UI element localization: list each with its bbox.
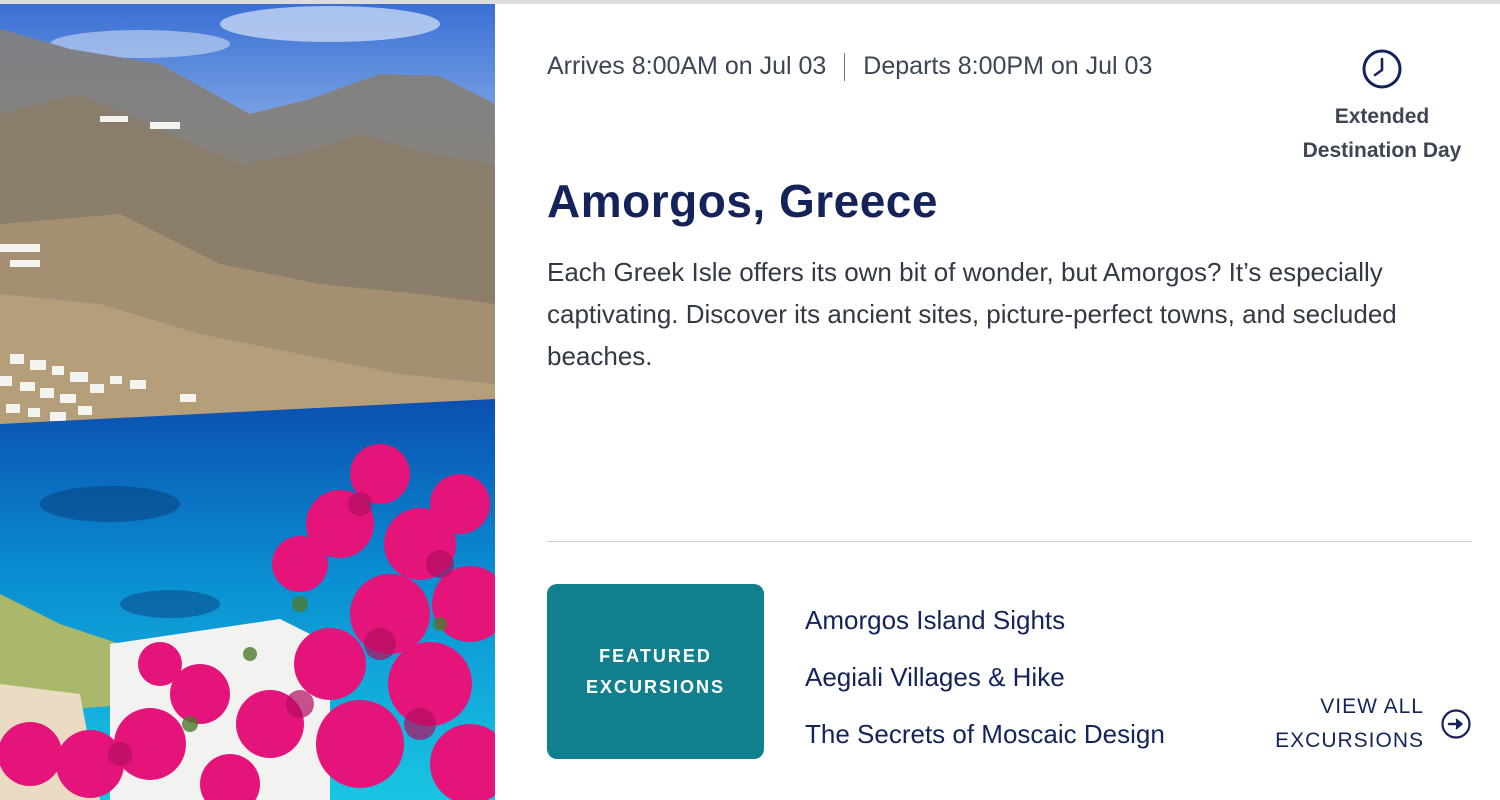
port-details: Arrives 8:00AM on Jul 03 Departs 8:00PM … (547, 4, 1472, 800)
view-all-excursions-link[interactable]: VIEW ALL EXCURSIONS (1275, 690, 1472, 758)
clock-icon (1362, 49, 1402, 89)
port-times: Arrives 8:00AM on Jul 03 Departs 8:00PM … (547, 52, 1152, 81)
amorgos-landscape-illustration (0, 4, 495, 800)
featured-excursions-badge: FEATURED EXCURSIONS (547, 584, 764, 759)
view-all-label: VIEW ALL EXCURSIONS (1275, 690, 1424, 758)
excursion-list: Amorgos Island Sights Aegiali Villages &… (805, 592, 1165, 763)
extended-destination-day-badge: Extended Destination Day (1292, 48, 1472, 168)
featured-label-line-2: EXCURSIONS (585, 676, 726, 697)
excursion-link[interactable]: The Secrets of Moscaic Design (805, 706, 1165, 763)
badge-line-2: Destination Day (1302, 139, 1462, 162)
excursion-link[interactable]: Aegiali Villages & Hike (805, 649, 1165, 706)
destination-photo (0, 4, 495, 800)
badge-line-1: Extended (1334, 105, 1430, 128)
view-all-line-1: VIEW ALL (1320, 695, 1424, 718)
excursion-link[interactable]: Amorgos Island Sights (805, 592, 1165, 649)
arrow-right-circle-icon (1441, 709, 1471, 739)
view-all-line-2: EXCURSIONS (1275, 729, 1424, 752)
port-title: Amorgos, Greece (547, 175, 938, 227)
arrival-time: Arrives 8:00AM on Jul 03 (547, 52, 827, 80)
section-divider (547, 541, 1472, 542)
time-separator (844, 52, 846, 81)
departure-time: Departs 8:00PM on Jul 03 (863, 52, 1153, 80)
featured-label-line-1: FEATURED (599, 645, 712, 666)
port-description: Each Greek Isle offers its own bit of wo… (547, 257, 1397, 371)
